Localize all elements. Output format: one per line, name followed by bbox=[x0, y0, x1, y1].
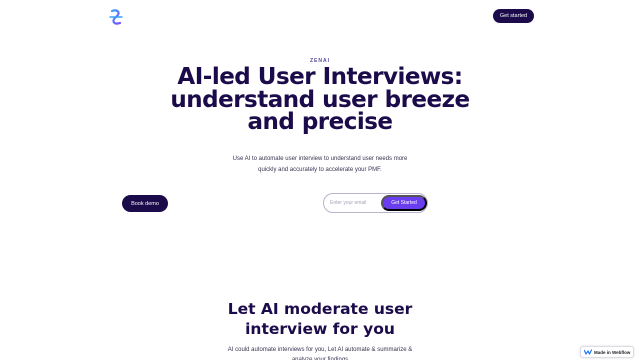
hero-title: AI-led User Interviews: understand user … bbox=[170, 64, 470, 135]
section-title: Let AI moderate user interview for you bbox=[227, 300, 413, 338]
made-in-webflow-badge[interactable]: Made in Webflow bbox=[580, 346, 634, 358]
navbar: Get started bbox=[0, 0, 640, 34]
get-started-submit-button[interactable]: Get Started bbox=[381, 195, 427, 211]
webflow-badge-label: Made in Webflow bbox=[594, 349, 631, 355]
zenai-logo-icon[interactable] bbox=[108, 8, 124, 26]
get-started-nav-button[interactable]: Get started bbox=[493, 9, 534, 23]
email-input[interactable] bbox=[330, 197, 380, 209]
email-signup-form: Get Started bbox=[323, 193, 428, 213]
section-subtitle: AI could automate interviews for you, Le… bbox=[227, 347, 413, 360]
webflow-icon bbox=[584, 349, 592, 355]
book-demo-button[interactable]: Book demo bbox=[122, 195, 168, 212]
hero-subtitle: Use AI to automate user interview to und… bbox=[232, 156, 408, 173]
